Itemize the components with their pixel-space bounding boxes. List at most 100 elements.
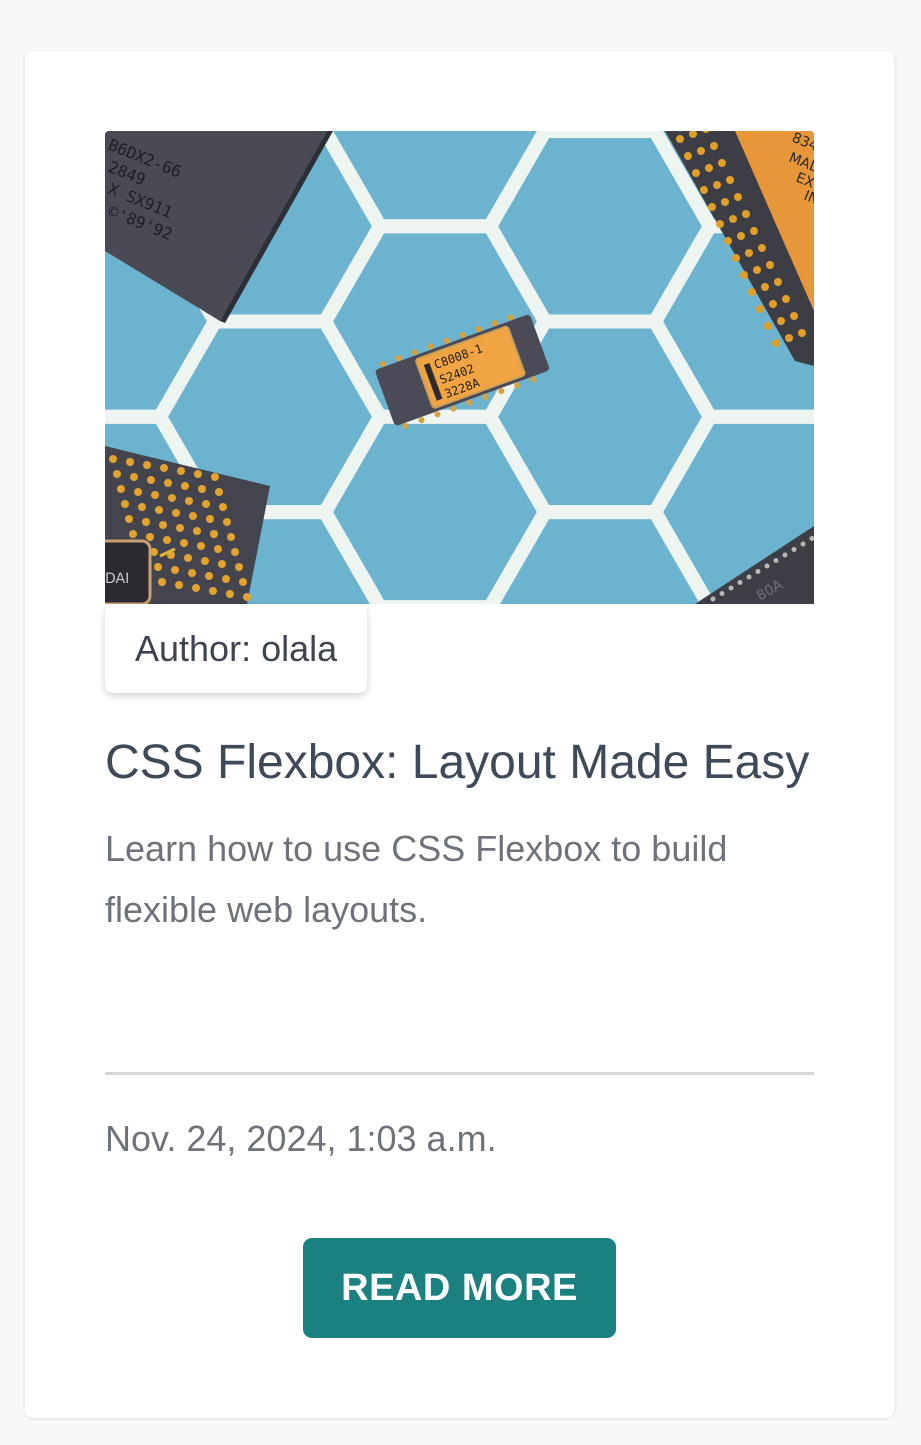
chip-pin — [168, 494, 176, 502]
read-more-button[interactable]: READ MORE — [303, 1238, 616, 1338]
chip-pin — [197, 542, 205, 550]
chip-pin — [676, 135, 684, 143]
chip-pin — [719, 591, 725, 596]
chip-pin — [189, 512, 197, 520]
chip-pin — [700, 186, 708, 194]
chip-pin — [705, 164, 713, 172]
chip-pin — [239, 578, 247, 586]
chip-pin — [205, 572, 213, 580]
chip-pin — [202, 500, 210, 508]
chip-pin — [206, 515, 214, 523]
chip-pin — [740, 271, 748, 279]
post-card: B6DX2-66 2849 X SX911 ©'89'92 83426 MALA… — [25, 51, 894, 1418]
post-image: B6DX2-66 2849 X SX911 ©'89'92 83426 MALA… — [105, 131, 814, 604]
chip-pin — [737, 232, 745, 240]
chip-pin — [146, 533, 154, 541]
author-label: Author: olala — [135, 627, 338, 669]
chip-pin — [181, 482, 189, 490]
chip-pin — [746, 574, 752, 580]
chip-pin — [697, 147, 705, 155]
chip-pin — [138, 503, 146, 511]
chip-pin — [160, 464, 168, 472]
chip-pin — [729, 215, 737, 223]
chip-pin — [222, 575, 230, 583]
chip-pin — [243, 593, 251, 601]
chip-pin — [798, 329, 806, 337]
post-title: CSS Flexbox: Layout Made Easy — [105, 736, 810, 789]
chip-pin — [782, 295, 790, 303]
chip-pin — [756, 305, 764, 313]
chip-pin — [209, 587, 217, 595]
chip-pin — [758, 244, 766, 252]
chip-pin — [192, 584, 200, 592]
chip-pin — [724, 237, 732, 245]
chip-pin — [223, 518, 231, 526]
chip-pin — [142, 518, 150, 526]
chip-pin — [713, 181, 721, 189]
chip-pin — [684, 152, 692, 160]
chip-pin — [734, 193, 742, 201]
chip-pin — [121, 500, 129, 508]
author-badge: Author: olala — [105, 604, 368, 693]
chip-pin — [226, 590, 234, 598]
chip-pin — [782, 552, 788, 558]
chip-pin — [210, 530, 218, 538]
chip-pin — [130, 473, 138, 481]
chip-pin — [113, 470, 121, 478]
chip-pin — [175, 581, 183, 589]
chip-pin — [215, 488, 223, 496]
chip-pin — [154, 563, 162, 571]
chip-pin — [773, 558, 779, 563]
post-description: Learn how to use CSS Flexbox to build fl… — [105, 828, 728, 930]
chip-pin — [184, 554, 192, 562]
chip-pin — [218, 560, 226, 568]
chip-pin — [766, 261, 774, 269]
chip-pin — [109, 455, 117, 463]
chip-pin — [732, 254, 740, 262]
chip-pin — [129, 530, 137, 538]
chip-pin — [188, 569, 196, 577]
chip-pin — [198, 485, 206, 493]
chip-pin — [718, 159, 726, 167]
chip-pin — [176, 524, 184, 532]
chip-pin — [194, 470, 202, 478]
chip-pin — [721, 198, 729, 206]
post-date: Nov. 24, 2024, 1:03 a.m. — [105, 1118, 497, 1159]
chip-pin — [172, 509, 180, 517]
chip-pin — [147, 476, 155, 484]
chip-pin — [125, 515, 133, 523]
divider — [105, 1072, 814, 1075]
chip-pin — [742, 210, 750, 218]
chip-pin — [748, 288, 756, 296]
chip-pin — [800, 541, 806, 547]
chip-pin — [753, 266, 761, 274]
chip-pin — [764, 563, 770, 569]
chip-pin — [710, 142, 718, 150]
chip-pin — [231, 548, 239, 556]
chip-pin — [745, 249, 753, 257]
chip-pin — [159, 521, 167, 529]
chip-pin — [193, 527, 201, 535]
chip-pin — [777, 317, 785, 325]
chip-pin — [201, 557, 209, 565]
chip-pin — [235, 563, 243, 571]
bottom-left-chip-text: DAI — [105, 571, 129, 587]
chip-pin — [764, 322, 772, 330]
chip-pin — [177, 467, 185, 475]
chip-pin — [785, 334, 793, 342]
chip-pin — [774, 278, 782, 286]
chip-pin — [163, 536, 171, 544]
chip-pin — [791, 547, 797, 552]
chip-pin — [214, 545, 222, 553]
chip-pin — [211, 473, 219, 481]
chip-pin — [143, 461, 151, 469]
chip-pin — [710, 596, 716, 602]
chip-pin — [692, 169, 700, 177]
chip-pin — [728, 585, 734, 591]
chip-pin — [151, 491, 159, 499]
chip-pin — [716, 220, 724, 228]
chip-pin — [755, 569, 761, 574]
chip-pin — [155, 506, 163, 514]
chip-pin — [219, 503, 227, 511]
chip-pin — [126, 458, 134, 466]
